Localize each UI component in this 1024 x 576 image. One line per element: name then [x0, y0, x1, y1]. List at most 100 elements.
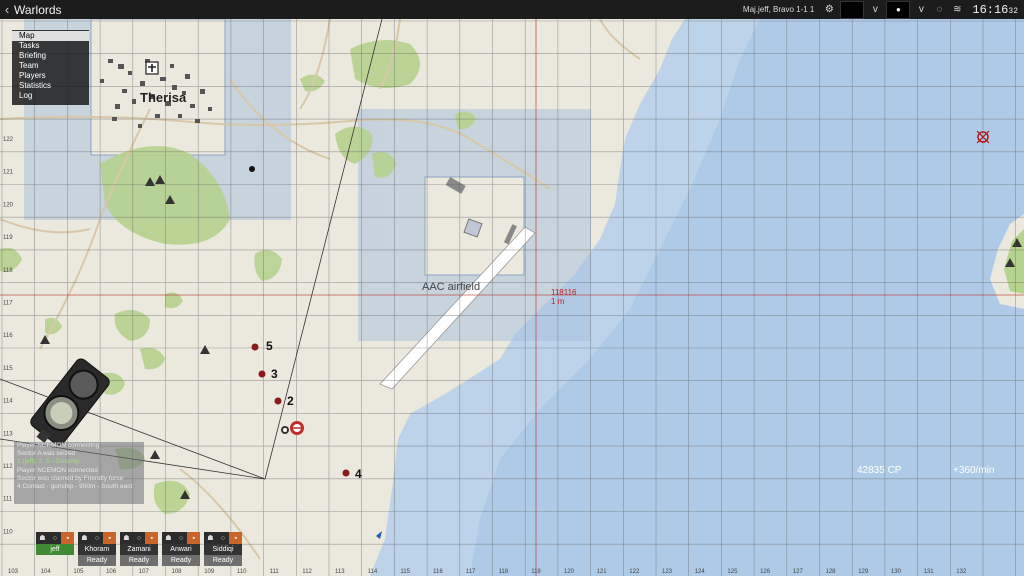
grid-label: 105: [73, 569, 84, 575]
grid-label: 109: [204, 569, 215, 575]
command-points-rate: +360/min: [953, 465, 995, 476]
grid-label: 126: [760, 569, 771, 575]
grid-label: 121: [3, 170, 14, 176]
chat-line: Player NCEMON connecting: [17, 442, 100, 449]
waypoint-label: 5: [266, 339, 273, 353]
menu-item-team[interactable]: Team: [12, 61, 89, 71]
grid-label: 110: [237, 569, 247, 575]
squad-member[interactable]: ☗ ○ ▪ jeff: [36, 532, 75, 566]
grid-label: 112: [3, 464, 13, 470]
grid-label: 121: [597, 569, 608, 575]
unit-icons: ☗ ○ ▪: [120, 532, 159, 544]
stance-icon: ○: [94, 534, 100, 542]
grid-label: 130: [891, 569, 902, 575]
unit-icons: ☗ ○ ▪: [204, 532, 243, 544]
grid-label: 104: [41, 569, 52, 575]
unit-name: Khoram: [78, 544, 116, 555]
unit-status: Ready: [78, 555, 116, 566]
squad-bar: ☗ ○ ▪ jeff ☗ ○ ▪ Khoram Ready ☗ ○ ▪ Zamani Rea…: [36, 532, 243, 566]
grid-label: 111: [3, 497, 13, 503]
menu-item-map[interactable]: Map: [12, 31, 89, 41]
marker-box[interactable]: ●: [886, 0, 911, 19]
grid-label: 120: [564, 569, 575, 575]
grid-label: 117: [3, 301, 13, 307]
soldier-icon: ☗: [207, 535, 214, 542]
squad-member[interactable]: ☗ ○ ▪ Anwari Ready: [162, 532, 201, 566]
grid-label: 113: [3, 431, 13, 437]
grid-label: 116: [433, 569, 443, 575]
cursor-grid-readout: 118116: [551, 288, 577, 297]
cursor-distance-readout: 1 m: [551, 297, 565, 306]
menu-item-tasks[interactable]: Tasks: [12, 41, 89, 51]
chat-log: Player NCEMON connecting Sector A was se…: [14, 442, 144, 504]
grid-label: 107: [139, 569, 150, 575]
chevron-left-icon[interactable]: ‹: [0, 2, 14, 17]
grid-label: 114: [368, 569, 378, 575]
grid-label: 108: [172, 569, 183, 575]
grid-label: 114: [3, 399, 13, 405]
chat-line: Player NCEMON connected: [17, 466, 98, 474]
grid-label: 112: [302, 569, 312, 575]
loading-circle-icon: ◌: [936, 4, 943, 15]
grid-label: 116: [3, 333, 13, 339]
soldier-icon: ☗: [165, 535, 172, 542]
top-bar: ‹ Warlords Maj.jeff, Bravo 1-1 1 ⚙ v ● v…: [0, 0, 1024, 19]
map-menu: Map Tasks Briefing Team Players Statisti…: [12, 30, 89, 105]
grid-label: 123: [662, 569, 673, 575]
grid-label: 122: [3, 137, 14, 143]
command-points: 42835 CP: [857, 465, 902, 476]
grid-label: 128: [826, 569, 837, 575]
squad-member[interactable]: ☗ ○ ▪ Khoram Ready: [78, 532, 117, 566]
grid-label: 119: [3, 235, 13, 241]
menu-item-statistics[interactable]: Statistics: [12, 81, 89, 91]
unit-icons: ☗ ○ ▪: [162, 532, 201, 544]
player-info: Maj.jeff, Bravo 1-1 1: [742, 5, 815, 14]
menu-item-briefing[interactable]: Briefing: [12, 51, 89, 61]
unit-icons: ☗ ○ ▪: [78, 532, 117, 544]
stance-icon: ○: [136, 534, 142, 542]
layers-icon[interactable]: ≋: [950, 3, 964, 17]
gear-icon[interactable]: ⚙: [822, 3, 836, 17]
grid-label: 122: [629, 569, 640, 575]
soldier-icon: ☗: [39, 535, 46, 542]
menu-item-log[interactable]: Log: [12, 91, 89, 101]
grid-label: 129: [858, 569, 869, 575]
menu-item-players[interactable]: Players: [12, 71, 89, 81]
stance-icon: ○: [52, 534, 58, 542]
grid-label: 106: [106, 569, 117, 575]
unit-name: Anwari: [162, 544, 200, 555]
grid-label: 119: [531, 569, 541, 575]
role-icon: ▪: [61, 532, 75, 544]
grid-label: 111: [270, 569, 280, 575]
chevron-down-icon[interactable]: v: [914, 3, 928, 17]
clock: 16:1632: [972, 2, 1018, 17]
grid-label: 103: [8, 569, 19, 575]
unit-name: jeff: [36, 544, 74, 555]
unit-status: Ready: [120, 555, 158, 566]
chat-line: 1 (jeff): 2, 5 - Gunship: [17, 458, 80, 466]
unit-status: [36, 555, 74, 566]
unit-icons: ☗ ○ ▪: [36, 532, 75, 544]
grid-label: 132: [956, 569, 967, 575]
unit-status: Ready: [204, 555, 242, 566]
role-icon: ▪: [103, 532, 117, 544]
topbar-right: Maj.jeff, Bravo 1-1 1 ⚙ v ● v ◌ ≋ 16:163…: [743, 0, 1024, 19]
grid-label: 115: [3, 366, 13, 372]
grid-label: 117: [466, 569, 476, 575]
church-icon: [145, 61, 159, 75]
unit-name: Zamani: [120, 544, 158, 555]
role-icon: ▪: [187, 532, 201, 544]
grid-label: 120: [3, 202, 14, 208]
chevron-down-icon[interactable]: v: [868, 3, 882, 17]
unit-status: Ready: [162, 555, 200, 566]
squad-member[interactable]: ☗ ○ ▪ Siddiqi Ready: [204, 532, 243, 566]
squad-member[interactable]: ☗ ○ ▪ Zamani Ready: [120, 532, 159, 566]
channel-color-box[interactable]: [840, 0, 865, 19]
soldier-icon: ☗: [123, 535, 130, 542]
grid-label: 113: [335, 569, 345, 575]
airfield-label: AAC airfield: [422, 281, 481, 293]
chat-line: Sector was claimed by Friendly force: [17, 474, 124, 482]
grid-label: 118: [499, 569, 509, 575]
unit-name: Siddiqi: [204, 544, 242, 555]
waypoint-label: 4: [355, 467, 362, 481]
